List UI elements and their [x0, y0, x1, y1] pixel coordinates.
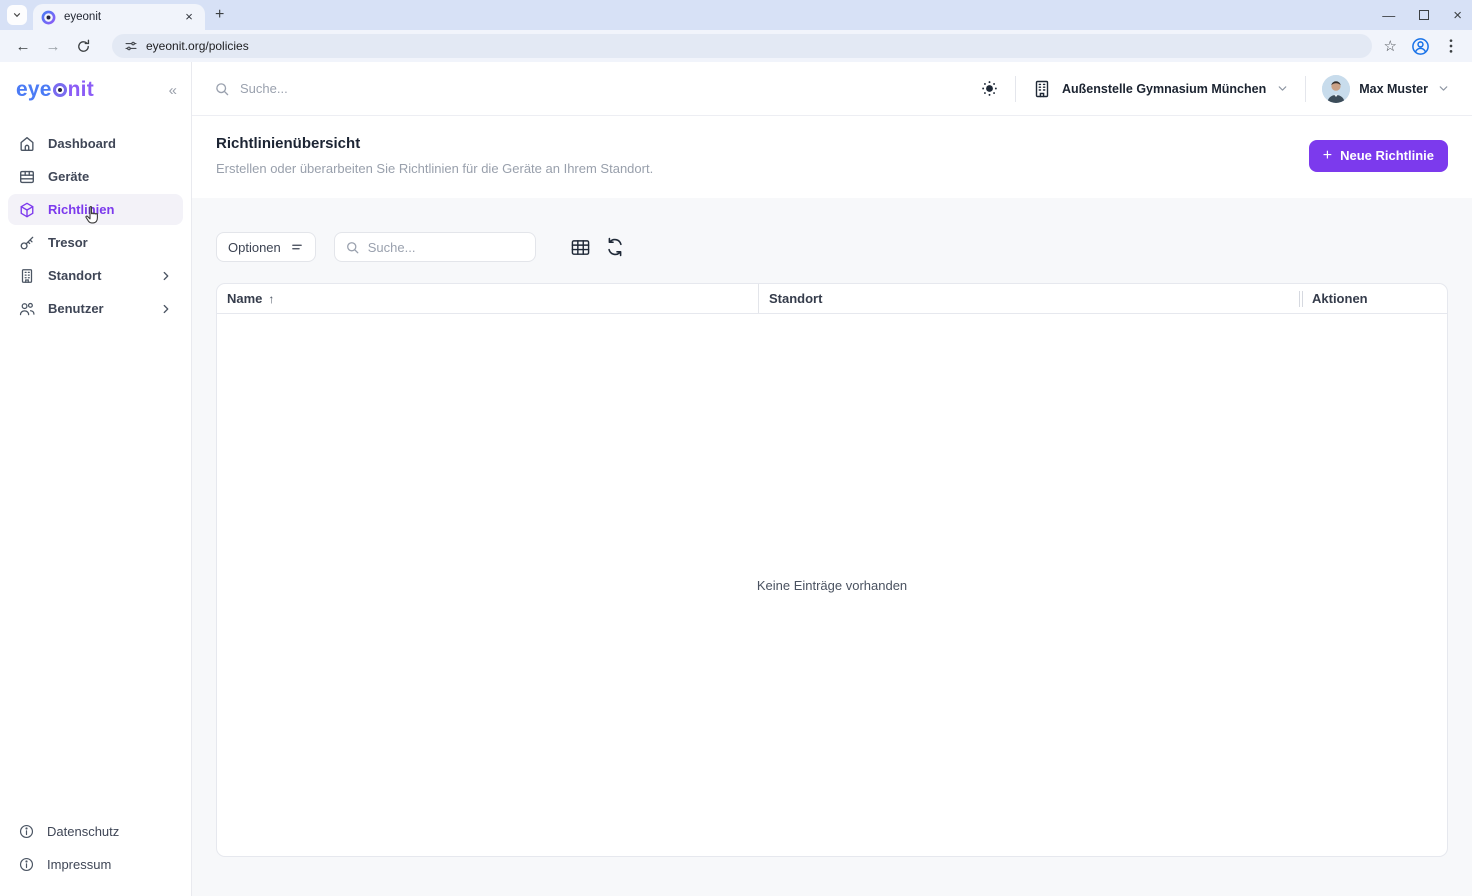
sidebar-item-label: Datenschutz — [47, 824, 120, 839]
org-selector[interactable]: Außenstelle Gymnasium München — [1032, 79, 1289, 99]
user-avatar — [1322, 74, 1351, 103]
policies-table: Name ↑ Standort Aktionen Keine Einträge … — [216, 283, 1448, 857]
sidebar-collapse-icon[interactable]: « — [169, 82, 177, 99]
refresh-button[interactable] — [605, 237, 625, 257]
table-search-input[interactable] — [367, 239, 518, 255]
url-field[interactable]: eyeonit.org/policies — [112, 34, 1372, 58]
logo-eye-icon — [52, 83, 67, 97]
browser-tab[interactable]: eyeonit × — [33, 4, 205, 30]
column-header-name[interactable]: Name ↑ — [217, 284, 758, 313]
global-search[interactable] — [214, 81, 980, 97]
sidebar-item-benutzer[interactable]: Benutzer — [8, 293, 183, 324]
chevron-down-icon — [1439, 86, 1448, 91]
new-tab-button[interactable]: + — [215, 6, 224, 24]
info-icon — [19, 857, 34, 872]
org-name: Außenstelle Gymnasium München — [1062, 81, 1267, 96]
column-header-aktionen[interactable]: Aktionen — [1299, 284, 1447, 313]
chevron-right-icon — [163, 271, 169, 280]
site-info-icon[interactable] — [124, 39, 138, 53]
user-menu[interactable]: Max Muster — [1322, 74, 1450, 103]
filter-lines-icon — [291, 244, 302, 250]
sidebar-item-label: Impressum — [47, 857, 112, 872]
chevron-down-icon — [1278, 86, 1287, 91]
chevron-right-icon — [163, 304, 169, 313]
sidebar-item-label: Benutzer — [48, 301, 104, 316]
sidebar-item-dashboard[interactable]: Dashboard — [8, 128, 183, 159]
site-favicon — [41, 10, 56, 24]
tab-close-icon[interactable]: × — [181, 9, 197, 25]
sort-asc-icon[interactable]: ↑ — [268, 292, 274, 306]
reload-button[interactable] — [70, 33, 96, 59]
browser-profile-icon[interactable] — [1411, 37, 1430, 56]
table-body: Keine Einträge vorhanden — [217, 314, 1447, 856]
users-icon — [19, 302, 35, 315]
bookmark-star-icon[interactable]: ☆ — [1384, 37, 1397, 55]
browser-tabstrip: eyeonit × + — × — [0, 0, 1472, 30]
column-settings-button[interactable] — [570, 238, 591, 257]
sidebar-item-label: Standort — [48, 268, 102, 283]
window-maximize-button[interactable] — [1419, 10, 1430, 20]
building-icon — [1035, 80, 1049, 97]
info-icon — [19, 824, 34, 839]
browser-window: eyeonit × + — × ← → eyeonit.org/policies… — [0, 0, 1472, 896]
table-toolbar: Optionen — [216, 232, 1448, 262]
sidebar: eye nit « Dashboard Geräte Richtlinien T… — [0, 62, 192, 896]
cube-icon — [20, 202, 34, 217]
plus-icon: + — [1322, 146, 1333, 164]
app-logo[interactable]: eye nit — [16, 78, 94, 102]
window-close-button[interactable]: × — [1453, 7, 1462, 24]
browser-menu-icon[interactable] — [1444, 38, 1458, 54]
options-button[interactable]: Optionen — [216, 232, 316, 262]
table-header-row: Name ↑ Standort Aktionen — [217, 284, 1447, 314]
tab-search-button[interactable] — [7, 5, 27, 25]
back-button[interactable]: ← — [10, 33, 36, 59]
sidebar-item-impressum[interactable]: Impressum — [8, 849, 183, 880]
page-title: Richtlinienübersicht — [216, 135, 361, 152]
table-grid-icon — [571, 239, 590, 255]
sidebar-item-label: Richtlinien — [48, 202, 115, 217]
table-icon — [20, 170, 34, 183]
refresh-icon — [608, 237, 622, 257]
sidebar-item-standort[interactable]: Standort — [8, 260, 183, 291]
browser-urlbar: ← → eyeonit.org/policies ☆ — [0, 30, 1472, 62]
page-header: Richtlinienübersicht Erstellen oder über… — [192, 116, 1472, 198]
reload-icon — [77, 39, 89, 52]
search-icon — [346, 241, 359, 253]
divider — [1015, 75, 1016, 102]
page-subtitle: Erstellen oder überarbeiten Sie Richtlin… — [216, 161, 654, 176]
sidebar-item-geraete[interactable]: Geräte — [8, 161, 183, 192]
search-icon — [216, 82, 229, 95]
chevron-down-icon — [13, 13, 21, 18]
building-icon — [21, 268, 33, 283]
sidebar-item-label: Dashboard — [48, 136, 116, 151]
home-icon — [20, 136, 34, 151]
column-header-standort[interactable]: Standort — [758, 284, 1299, 313]
sidebar-item-richtlinien[interactable]: Richtlinien — [8, 194, 183, 225]
user-name: Max Muster — [1359, 81, 1428, 96]
url-text: eyeonit.org/policies — [146, 39, 249, 53]
sidebar-item-label: Geräte — [48, 169, 90, 184]
divider — [1305, 75, 1307, 102]
window-minimize-button[interactable]: — — [1382, 8, 1395, 23]
sidebar-item-tresor[interactable]: Tresor — [8, 227, 183, 258]
tab-title: eyeonit — [64, 11, 102, 23]
sidebar-item-datenschutz[interactable]: Datenschutz — [8, 816, 183, 847]
new-policy-button[interactable]: + Neue Richtlinie — [1308, 139, 1448, 172]
theme-toggle-sun-icon[interactable] — [980, 79, 999, 98]
empty-state-text: Keine Einträge vorhanden — [756, 577, 908, 593]
forward-button[interactable]: → — [40, 33, 66, 59]
sidebar-item-label: Tresor — [48, 235, 88, 250]
global-search-input[interactable] — [240, 81, 540, 96]
app-topbar: Außenstelle Gymnasium München — [192, 62, 1472, 116]
table-search[interactable] — [333, 232, 536, 262]
key-icon — [20, 236, 34, 249]
